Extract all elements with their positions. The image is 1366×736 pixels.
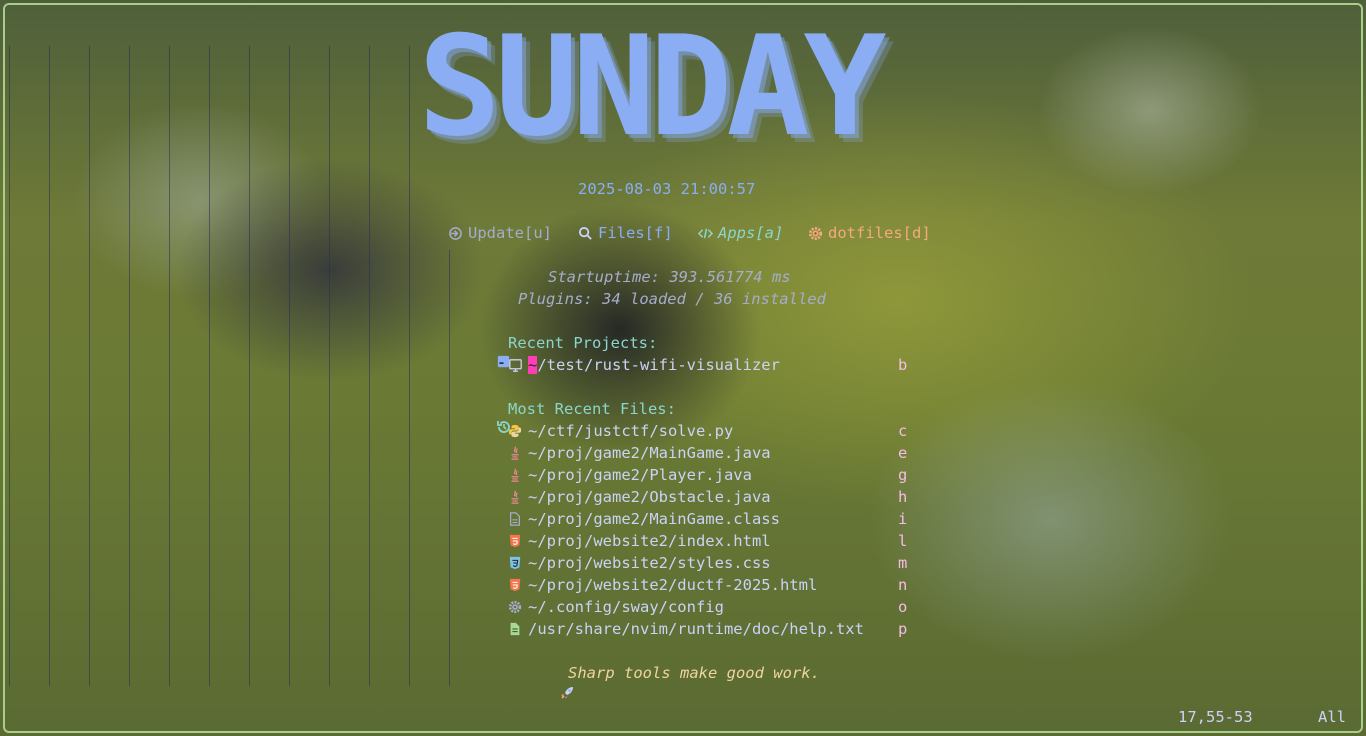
recent-file-item[interactable]: ~/proj/game2/Obstacle.java — [508, 488, 771, 506]
python-icon — [508, 424, 522, 438]
update-button[interactable]: Update[u] — [448, 224, 552, 242]
recent-file-item[interactable]: ~/proj/website2/styles.css — [508, 554, 771, 572]
file-key: i — [898, 510, 908, 528]
recent-file-item[interactable]: /usr/share/nvim/runtime/doc/help.txt — [508, 620, 864, 638]
file-key: e — [898, 444, 908, 462]
dashboard-banner: SUNDAY — [418, 6, 938, 167]
dashboard-quote: Sharp tools make good work. — [568, 664, 820, 682]
indent-guide — [329, 46, 330, 686]
search-icon — [578, 226, 592, 240]
recent-file-item[interactable]: ~/.config/sway/config — [508, 598, 724, 616]
code-icon — [698, 228, 713, 238]
startuptime-text: Startuptime: 393.561774 ms — [548, 268, 791, 286]
indent-guide — [249, 46, 250, 686]
scroll-indicator: All — [1318, 708, 1346, 726]
project-key: b — [898, 356, 908, 374]
file-key: p — [898, 620, 908, 638]
indent-guide — [449, 250, 450, 686]
file-key: h — [898, 488, 908, 506]
file-icon — [508, 512, 522, 526]
file-key: n — [898, 576, 908, 594]
update-button-label: Update[u] — [468, 224, 552, 242]
file-key: g — [898, 466, 908, 484]
recent-file-item[interactable]: ~/proj/website2/index.html — [508, 532, 771, 550]
cursor-position: 17,55-53 — [1178, 708, 1253, 726]
text-cursor: ~ — [528, 356, 538, 374]
java-icon — [508, 446, 522, 460]
indent-guide — [49, 46, 50, 686]
file-path: ~/proj/website2/styles.css — [528, 554, 771, 572]
indent-guide — [9, 46, 10, 686]
html-icon — [508, 578, 522, 592]
update-icon — [449, 226, 462, 240]
java-icon — [508, 468, 522, 482]
text-file-icon — [508, 622, 522, 636]
recent-projects-heading: Recent Projects: — [508, 334, 658, 352]
apps-button-label: Apps[a] — [718, 224, 784, 242]
file-path: ~/proj/game2/Obstacle.java — [528, 488, 771, 506]
indent-guide — [409, 46, 410, 686]
file-path: ~/proj/game2/MainGame.java — [528, 444, 771, 462]
recent-file-item[interactable]: ~/ctf/justctf/solve.py — [508, 422, 733, 440]
html-icon — [508, 534, 522, 548]
file-key: o — [898, 598, 908, 616]
css-icon — [508, 556, 522, 570]
gear-icon — [508, 600, 522, 614]
recent-files-heading: Most Recent Files: — [508, 400, 676, 418]
files-button-label: Files[f] — [598, 224, 673, 242]
recent-file-item[interactable]: ~/proj/game2/MainGame.class — [508, 510, 780, 528]
project-path: /test/rust-wifi-visualizer — [537, 356, 780, 374]
indent-guide — [169, 46, 170, 686]
indent-guide — [89, 46, 90, 686]
apps-button[interactable]: Apps[a] — [698, 224, 783, 242]
file-path: ~/ctf/justctf/solve.py — [528, 422, 734, 440]
recent-file-item[interactable]: ~/proj/game2/Player.java — [508, 466, 752, 484]
project-item[interactable]: ~/test/rust-wifi-visualizer — [508, 356, 780, 374]
recent-file-item[interactable]: ~/proj/website2/ductf-2025.html — [508, 576, 817, 594]
history-icon — [477, 401, 512, 439]
java-icon — [508, 490, 522, 504]
file-path: ~/proj/website2/index.html — [528, 532, 771, 550]
files-button[interactable]: Files[f] — [578, 224, 673, 242]
file-key: m — [898, 554, 908, 572]
file-path: ~/.config/sway/config — [528, 598, 724, 616]
banner-text: SUNDAY — [418, 6, 887, 167]
file-path: ~/proj/website2/ductf-2025.html — [528, 576, 818, 594]
file-path: ~/proj/game2/Player.java — [528, 466, 752, 484]
indent-guide — [209, 46, 210, 686]
file-key: l — [898, 532, 908, 550]
plugins-text: Plugins: 34 loaded / 36 installed — [518, 290, 826, 308]
dotfiles-button-label: dotfiles[d] — [828, 224, 931, 242]
indent-guide — [129, 46, 130, 686]
file-path: /usr/share/nvim/runtime/doc/help.txt — [528, 620, 864, 638]
datetime: 2025-08-03 21:00:57 — [578, 180, 756, 198]
gear-icon — [808, 226, 823, 240]
indent-guide — [289, 46, 290, 686]
terminal-icon — [508, 358, 522, 372]
projects-section-icon — [478, 336, 510, 372]
recent-file-item[interactable]: ~/proj/game2/MainGame.java — [508, 444, 771, 462]
file-path: ~/proj/game2/MainGame.class — [528, 510, 780, 528]
dotfiles-button[interactable]: dotfiles[d] — [808, 224, 931, 242]
indent-guide — [369, 46, 370, 686]
file-key: c — [898, 422, 908, 440]
